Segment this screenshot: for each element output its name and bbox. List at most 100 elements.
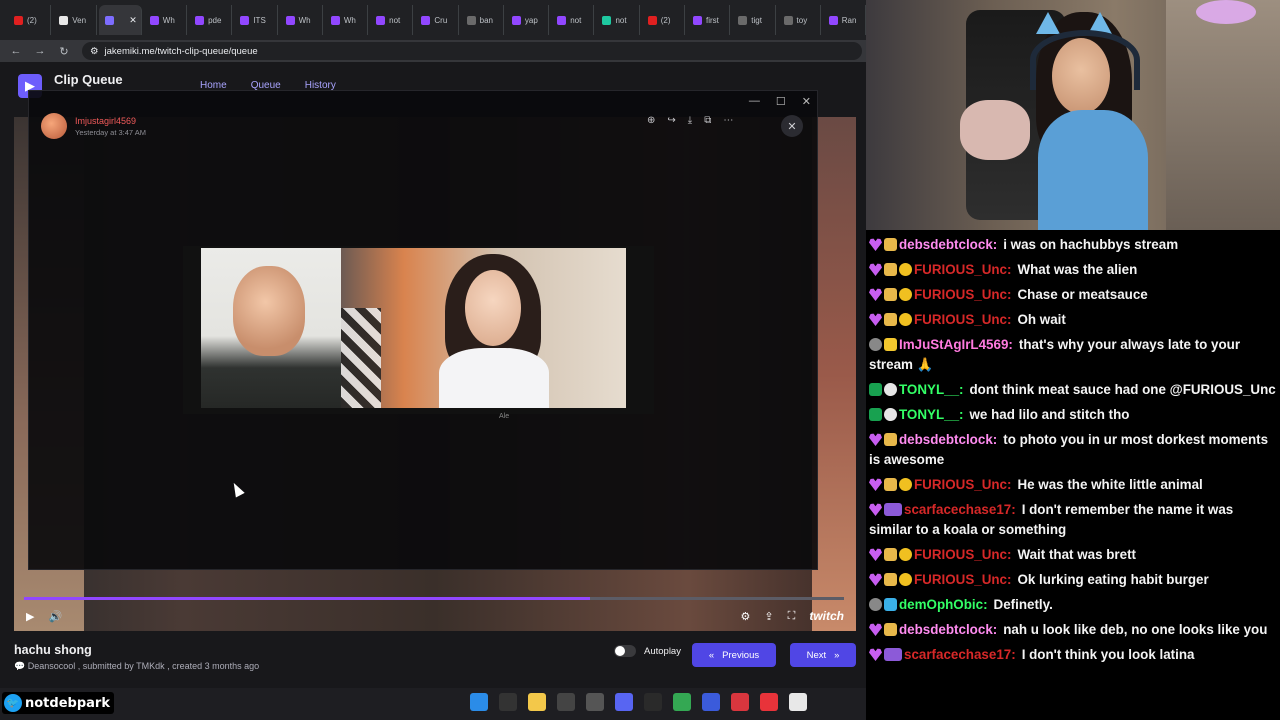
chat-username[interactable]: debsdebtclock: — [899, 622, 997, 637]
chat-username[interactable]: FURIOUS_Unc: — [914, 262, 1011, 277]
previous-button[interactable]: « Previous — [692, 643, 776, 667]
browser-tab[interactable]: yap — [506, 5, 550, 35]
coin-badge-icon[interactable] — [899, 478, 912, 491]
autoplay-toggle[interactable] — [614, 645, 636, 657]
heart-badge-icon[interactable] — [869, 548, 882, 561]
browser-tab[interactable]: Wh — [144, 5, 188, 35]
gift-badge-icon[interactable] — [884, 238, 897, 251]
heart-badge-icon[interactable] — [869, 503, 882, 516]
browser-tab[interactable]: toy — [778, 5, 821, 35]
coin-badge-icon[interactable] — [899, 313, 912, 326]
app-icon-red-active[interactable] — [760, 693, 778, 711]
discord-icon[interactable] — [615, 693, 633, 711]
gold-badge-icon[interactable] — [884, 338, 897, 351]
heart-badge-icon[interactable] — [869, 648, 882, 661]
maximize-icon[interactable]: ☐ — [776, 95, 786, 108]
gift-badge-icon[interactable] — [884, 433, 897, 446]
obs-icon[interactable] — [557, 693, 575, 711]
fullscreen-icon[interactable]: ⛶ — [788, 610, 796, 623]
browser-tab[interactable]: tigt — [732, 5, 776, 35]
skull-badge-icon[interactable] — [884, 383, 897, 396]
mod-badge-icon[interactable] — [869, 408, 882, 421]
skull-badge-icon[interactable] — [884, 408, 897, 421]
minimize-icon[interactable]: — — [749, 95, 760, 108]
tab-close-icon[interactable]: ✕ — [129, 15, 137, 26]
chat-username[interactable]: FURIOUS_Unc: — [914, 547, 1011, 562]
heart-badge-icon[interactable] — [869, 288, 882, 301]
site-info-icon[interactable]: ⚙ — [90, 46, 99, 57]
back-icon[interactable]: ← — [10, 45, 22, 57]
coin-badge-icon[interactable] — [899, 288, 912, 301]
gift-badge-icon[interactable] — [884, 623, 897, 636]
browser-tab[interactable]: Wh — [280, 5, 323, 35]
chat-username[interactable]: debsdebtclock: — [899, 432, 997, 447]
window-close-icon[interactable]: ✕ — [802, 95, 811, 108]
coin-badge-icon[interactable] — [899, 263, 912, 276]
open-external-icon[interactable]: ⧉ — [704, 115, 711, 126]
heart-badge-icon[interactable] — [869, 623, 882, 636]
seek-bar[interactable] — [24, 597, 844, 600]
browser-tab[interactable]: not — [370, 5, 414, 35]
chat-username[interactable]: demOphObic: — [899, 597, 988, 612]
browser-tab[interactable]: not — [551, 5, 595, 35]
chat-username[interactable]: scarfacechase17: — [904, 647, 1016, 662]
gem-badge-icon[interactable] — [884, 598, 897, 611]
browser-tab[interactable]: (2) — [8, 5, 52, 35]
volume-icon[interactable]: 🔊 — [48, 610, 62, 623]
browser-tab[interactable]: Wh — [325, 5, 369, 35]
heart-badge-icon[interactable] — [869, 433, 882, 446]
app-icon[interactable] — [586, 693, 604, 711]
attached-image[interactable] — [183, 246, 654, 414]
viewer-username[interactable]: Imjustagirl4569 — [75, 116, 146, 126]
browser-tab[interactable]: ITS — [234, 5, 278, 35]
play-icon[interactable]: ▶ — [26, 610, 34, 623]
browser-tab[interactable]: ban — [461, 5, 504, 35]
app-icon-blue[interactable] — [702, 693, 720, 711]
browser-tab[interactable]: Ran — [823, 5, 867, 35]
heart-badge-icon[interactable] — [869, 573, 882, 586]
chat-username[interactable]: TONYL__: — [899, 407, 964, 422]
windows-start-icon[interactable] — [470, 693, 488, 711]
gift-badge-icon[interactable] — [884, 313, 897, 326]
forward-share-icon[interactable]: ↪ — [667, 115, 675, 126]
chat-username[interactable]: ImJuStAgIrL4569: — [899, 337, 1013, 352]
download-icon[interactable]: ⤓ — [688, 115, 692, 126]
browser-tab[interactable]: not — [596, 5, 640, 35]
search-icon[interactable] — [499, 693, 517, 711]
sad-badge-icon[interactable] — [869, 338, 882, 351]
next-button[interactable]: Next » — [790, 643, 856, 667]
forward-icon[interactable]: → — [34, 45, 46, 57]
browser-tab[interactable]: Cru — [415, 5, 459, 35]
gift-badge-icon[interactable] — [884, 573, 897, 586]
1p-badge-icon[interactable] — [884, 503, 902, 516]
browser-tab[interactable]: ✕ — [98, 5, 142, 35]
coin-badge-icon[interactable] — [899, 548, 912, 561]
chat-username[interactable]: scarfacechase17: — [904, 502, 1016, 517]
chat-username[interactable]: debsdebtclock: — [899, 237, 997, 252]
chat-username[interactable]: FURIOUS_Unc: — [914, 477, 1011, 492]
browser-tab[interactable]: (2) — [642, 5, 685, 35]
gift-badge-icon[interactable] — [884, 478, 897, 491]
chrome-icon[interactable] — [673, 693, 691, 711]
share-icon[interactable]: ⇪ — [764, 610, 773, 623]
close-icon[interactable]: ✕ — [781, 115, 803, 137]
more-options-icon[interactable]: ⋯ — [723, 115, 733, 126]
browser-tab[interactable]: pde — [189, 5, 233, 35]
chat-username[interactable]: FURIOUS_Unc: — [914, 312, 1011, 327]
gift-badge-icon[interactable] — [884, 288, 897, 301]
avatar[interactable] — [41, 113, 67, 139]
mod-badge-icon[interactable] — [869, 383, 882, 396]
heart-badge-icon[interactable] — [869, 313, 882, 326]
browser-tab[interactable]: Ven — [53, 5, 97, 35]
browser-tab[interactable]: first — [687, 5, 731, 35]
chat-username[interactable]: TONYL__: — [899, 382, 964, 397]
chat-username[interactable]: FURIOUS_Unc: — [914, 287, 1011, 302]
heart-badge-icon[interactable] — [869, 478, 882, 491]
gift-badge-icon[interactable] — [884, 263, 897, 276]
ccleaner-icon[interactable] — [644, 693, 662, 711]
heart-badge-icon[interactable] — [869, 263, 882, 276]
zoom-icon[interactable]: ⊕ — [647, 115, 655, 126]
settings-gear-icon[interactable]: ⚙ — [741, 610, 751, 623]
app-icon-red[interactable] — [731, 693, 749, 711]
heart-badge-icon[interactable] — [869, 238, 882, 251]
